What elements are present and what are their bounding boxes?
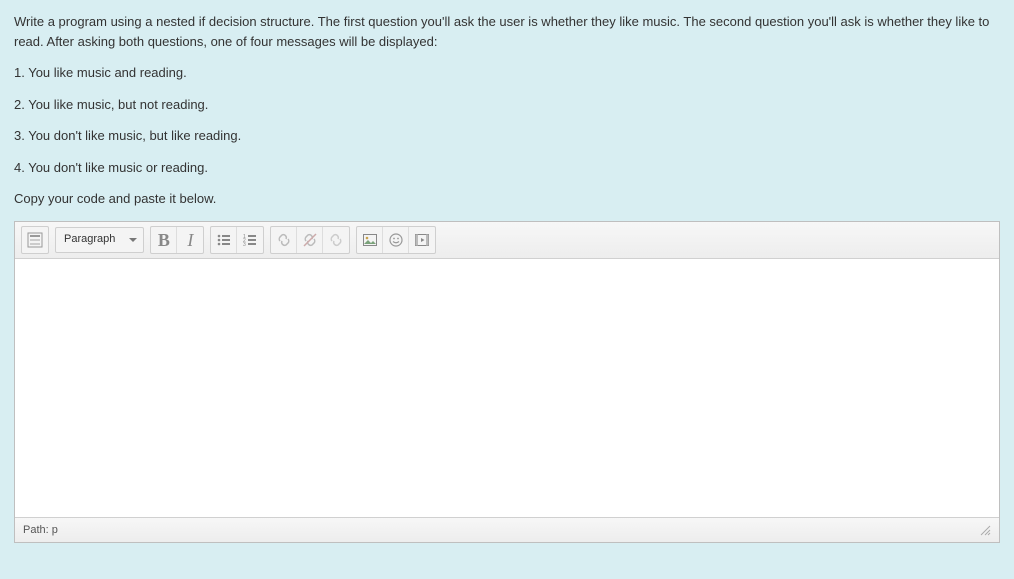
- bullet-list-icon: [216, 232, 232, 248]
- toggle-toolbar-button[interactable]: [22, 227, 48, 253]
- bold-icon: B: [158, 231, 170, 249]
- list-item: 3. You don't like music, but like readin…: [14, 126, 1000, 146]
- editor-path: Path: p: [23, 522, 58, 539]
- prompt-intro: Write a program using a nested if decisi…: [14, 12, 1000, 51]
- format-select[interactable]: Paragraph: [55, 227, 144, 253]
- editor-statusbar: Path: p: [15, 517, 999, 543]
- autolink-button[interactable]: [323, 227, 349, 253]
- emoji-icon: [388, 232, 404, 248]
- italic-icon: I: [187, 231, 193, 249]
- italic-button[interactable]: I: [177, 227, 203, 253]
- insert-emoji-button[interactable]: [383, 227, 409, 253]
- list-item: 4. You don't like music or reading.: [14, 158, 1000, 178]
- unordered-list-button[interactable]: [211, 227, 237, 253]
- link-button[interactable]: [271, 227, 297, 253]
- insert-image-button[interactable]: [357, 227, 383, 253]
- numbered-list-icon: 1 2 3: [242, 232, 258, 248]
- list-item: 2. You like music, but not reading.: [14, 95, 1000, 115]
- rich-text-editor: Paragraph B I: [14, 221, 1000, 544]
- ordered-list-button[interactable]: 1 2 3: [237, 227, 263, 253]
- image-icon: [362, 232, 378, 248]
- chevron-down-icon: [129, 238, 137, 242]
- media-icon: [414, 232, 430, 248]
- format-select-label: Paragraph: [64, 231, 115, 248]
- svg-text:3: 3: [243, 242, 246, 248]
- list-item: 1. You like music and reading.: [14, 63, 1000, 83]
- bold-button[interactable]: B: [151, 227, 177, 253]
- prompt-instruction: Copy your code and paste it below.: [14, 189, 1000, 209]
- editor-toolbar: Paragraph B I: [15, 222, 999, 259]
- link-icon: [276, 232, 292, 248]
- prompt-message-list: 1. You like music and reading. 2. You li…: [14, 63, 1000, 177]
- autolink-icon: [328, 232, 344, 248]
- question-prompt: Write a program using a nested if decisi…: [14, 12, 1000, 209]
- editor-textarea[interactable]: [15, 259, 999, 517]
- unlink-icon: [302, 232, 318, 248]
- resize-handle[interactable]: [979, 524, 991, 536]
- unlink-button[interactable]: [297, 227, 323, 253]
- insert-media-button[interactable]: [409, 227, 435, 253]
